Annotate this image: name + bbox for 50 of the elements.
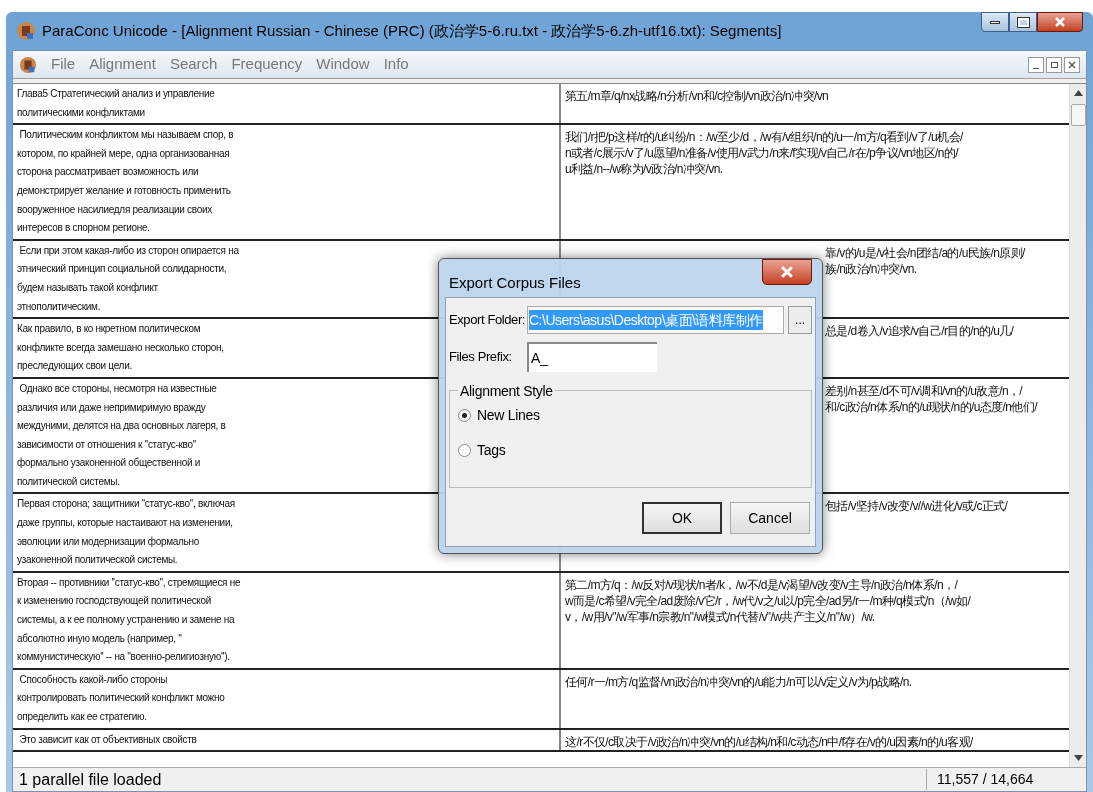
ok-button[interactable]: OK	[642, 502, 722, 534]
scroll-up-icon[interactable]	[1073, 90, 1083, 96]
mdi-minimize-button[interactable]	[1028, 56, 1044, 73]
source-cell: Глава5 Стратегический анализ и управление политическими конфликтами	[13, 84, 561, 124]
source-cell: Вторая -- противники ''статус-кво'', стремящиеся не к изменению господствующей политической системы, а к ее полному устранению и замене на абсолютно иную модель (например, '' коммунистическую'' -- на ''военно-религиозную'').	[13, 572, 561, 668]
menu-item[interactable]: Search	[169, 53, 218, 76]
target-text: 靠/v的/u是/v社会/n团结/a的/u民族/n原则/ 族/n政治/n冲突/vn.	[825, 244, 1025, 277]
radio-button[interactable]	[458, 444, 471, 457]
target-text: 差别/n甚至/d不可/v调和/vn的/u敌意/n，/ 和/c政治/n体系/n的/u现状/n的/u态度/n他们/	[825, 382, 1037, 415]
field-label: Files Prefix:	[449, 348, 513, 367]
radio-label[interactable]: New Lines	[477, 405, 540, 426]
mdi-close-button[interactable]	[1064, 56, 1080, 73]
menu-item[interactable]: Window	[316, 53, 370, 76]
menu-item[interactable]: Info	[383, 53, 409, 76]
target-text: 第二/m方/q：/w反对/v现状/n者/k，/w不/d是/v渴望/v改变/v主导/n政治/n体系/n，/ w而是/c希望/v完全/ad废除/v它/r，/w代/v之/u以/p完全/ad另/r一/m种/q模式/n（/w如/ v，/w用/v"/w军事/n宗教/n"/w模式/n代替/v"/w共产主义/n"/w）/w.	[565, 576, 971, 625]
radio-button[interactable]	[458, 409, 471, 422]
status-message: 1 parallel file loaded	[18, 769, 163, 790]
scroll-down-icon[interactable]	[1073, 755, 1083, 761]
source-cell: Это зависит как от объективных свойств	[13, 729, 561, 751]
close-icon	[781, 266, 793, 278]
target-text: 任何/r一/m方/q监督/vn政治/n冲突/vn的/u能力/n可以/v定义/v为/p战略/n.	[565, 673, 912, 690]
close-button[interactable]	[1037, 12, 1083, 32]
browse-button[interactable]: ...	[788, 306, 812, 334]
window-title: ParaConc Unicode - [Alignment Russian - Chinese (PRC) (政治学5-6.ru.txt - 政治学5-6.zh-utf16.txt): Segments]	[42, 20, 782, 41]
menu-item[interactable]: File	[51, 53, 76, 76]
maximize-button[interactable]	[1009, 12, 1037, 32]
document-icon[interactable]	[19, 55, 37, 74]
target-text: 总是/d卷入/v追求/v自己/r目的/n的/u几/	[825, 323, 1014, 340]
menu-item[interactable]: Frequency	[231, 53, 303, 76]
source-cell: Способность какой-либо стороны контролировать политический конфликт можно определить как ее стратегию.	[13, 669, 561, 728]
minimize-button[interactable]	[981, 12, 1009, 32]
mdi-restore-button[interactable]	[1046, 56, 1062, 73]
folder-value: C:\Users\asus\Desktop\桌面\语料库制作	[529, 310, 763, 330]
target-text: 第五/m章/q/nx战略/n分析/vn和/c控制/vn政治/n冲突/vn	[565, 88, 829, 104]
close-icon	[1068, 60, 1076, 69]
target-text: 包括/v坚持/v改变/v//w进化/v或/c正式/	[825, 498, 1008, 515]
cancel-button[interactable]: Cancel	[730, 502, 810, 534]
folder-input[interactable]: C:\Users\asus\Desktop\桌面\语料库制作	[527, 306, 785, 334]
prefix-value: A_	[531, 348, 549, 368]
prefix-input[interactable]: A_	[527, 342, 657, 372]
target-text: 我们/r把/p这样/r的/u纠纷/n：/w至少/d，/w有/v组织/n的/u一/m方/q看到/v了/u机会/ n或者/c展示/v了/u愿望/n准备/v使用/v武力/n来/f实现/v自己/r在/p争议/vn地区/n的/ u利益/n--/w称为/v政治/n冲突/vn.	[565, 129, 963, 178]
scroll-thumb[interactable]	[1070, 104, 1086, 126]
target-text: 这/r不仅/c取决于/v政治/n冲突/vn的/u结构/n和/c动态/n中/f存在/v的/u因素/n的/u客观/	[565, 733, 973, 750]
source-cell: Политическим конфликтом мы называем спор, в котором, по крайней мере, одна организованная сторона рассматривает возможность или демонстрирует желание и готовность применить вооруженное насилиедля реализации своих интересов в спорном регионе.	[13, 125, 561, 239]
close-icon	[1055, 17, 1065, 27]
radio-label[interactable]: Tags	[477, 440, 506, 461]
segment-count: 11,557 / 14,664	[926, 769, 1086, 790]
dialog-close-button[interactable]	[762, 259, 812, 285]
menu-item[interactable]: Alignment	[89, 53, 156, 76]
app-icon	[16, 21, 36, 41]
